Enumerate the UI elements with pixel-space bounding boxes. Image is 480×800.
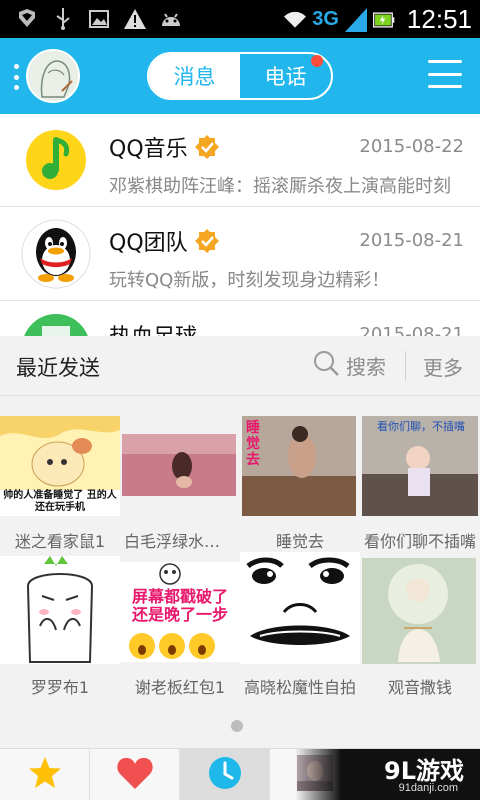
sticker-thumbnail: 屏幕都戳破了 还是晚了一步 <box>120 562 240 662</box>
android-icon <box>160 8 182 30</box>
sticker-caption: 迷之看家鼠1 <box>14 532 106 551</box>
sticker-caption: 观音撒钱 <box>387 678 452 697</box>
sticker-image-text: 看你们聊，不插嘴 <box>377 420 465 433</box>
sticker-caption: 高晓松魔性自拍 <box>244 678 357 697</box>
message-title: QQ音乐 <box>109 131 220 163</box>
qq-music-icon <box>20 124 92 196</box>
message-title-text: 热血足球 <box>109 319 197 336</box>
search-button[interactable]: 搜索 <box>312 349 386 382</box>
usb-icon <box>52 8 74 30</box>
message-date: 2015-08-22 <box>359 136 464 157</box>
signal-icon <box>344 7 367 32</box>
tab-recent[interactable] <box>180 749 270 800</box>
sticker-item[interactable]: 睡觉去 睡觉去 <box>240 406 360 556</box>
sticker-thumbnail <box>120 416 240 516</box>
network-type-label: 3G <box>312 8 339 30</box>
sticker-item[interactable]: 罗罗布1 <box>0 552 120 702</box>
watermark-sub: 91danji.com <box>398 782 458 794</box>
list-item[interactable]: 热血足球 2015-08-21 <box>0 302 480 336</box>
sticker-thumbnail: 帅的人准备睡觉了 丑的人还在玩手机 <box>0 416 120 516</box>
list-item[interactable]: QQ团队 2015-08-21 玩转QQ新版，时刻发现身边精彩！ <box>0 208 480 301</box>
message-preview: 邓紫棋助阵汪峰：摇滚厮杀夜上演高能时刻 <box>109 176 451 197</box>
more-dots-icon[interactable] <box>14 64 20 90</box>
segment-control: 消息 电话 <box>147 52 333 100</box>
message-date: 2015-08-21 <box>359 230 464 251</box>
list-item[interactable]: QQ音乐 2015-08-22 邓紫棋助阵汪峰：摇滚厮杀夜上演高能时刻 <box>0 114 480 207</box>
more-button[interactable]: 更多 <box>423 352 463 381</box>
sticker-item[interactable]: 帅的人准备睡觉了 丑的人还在玩手机 迷之看家鼠1 <box>0 406 120 556</box>
sticker-image-text: 帅的人准备睡觉了 丑的人还在玩手机 <box>3 490 117 513</box>
recent-bar: 最近发送 搜索 更多 <box>0 336 480 396</box>
sticker-thumbnail <box>0 556 120 664</box>
clock-icon <box>207 755 243 795</box>
sticker-item[interactable]: 白毛浮绿水红掌拨清波 <box>120 406 240 556</box>
tab-liked[interactable] <box>90 749 180 800</box>
bottom-tab-bar: 9L游戏 91danji.com <box>0 748 480 800</box>
divider <box>405 351 406 381</box>
tab-favorites[interactable] <box>0 749 90 800</box>
sticker-item[interactable]: 高晓松魔性自拍 <box>240 552 360 702</box>
sticker-image-text: 睡觉去 <box>246 420 260 468</box>
message-date: 2015-08-21 <box>359 324 464 336</box>
sticker-thumbnail: 睡觉去 <box>240 416 360 516</box>
message-title-text: QQ团队 <box>109 231 188 256</box>
message-preview: 玩转QQ新版，时刻发现身边精彩！ <box>109 270 390 291</box>
watermark-main: 9L游戏 <box>384 757 464 785</box>
search-label: 搜索 <box>346 355 386 379</box>
sticker-item[interactable]: 屏幕都戳破了 还是晚了一步 谢老板红包1 <box>120 552 240 702</box>
sticker-caption: 谢老板红包1 <box>134 678 226 697</box>
status-bar: 3G 12:51 <box>0 0 480 38</box>
search-icon <box>312 349 340 382</box>
sticker-thumbnail: 看你们聊，不插嘴 <box>360 416 480 516</box>
recent-title: 最近发送 <box>16 356 100 380</box>
sticker-caption: 看你们聊不插嘴 <box>364 532 477 551</box>
qq-penguin-icon <box>20 218 92 290</box>
tab-messages[interactable]: 消息 <box>149 54 240 98</box>
message-title: 热血足球 <box>109 319 197 336</box>
recent-sent-panel: 最近发送 搜索 更多 帅的人准备睡觉了 丑的人还在玩手机 迷之看家鼠1 白毛浮绿… <box>0 336 480 748</box>
sticker-caption: 睡觉去 <box>275 532 324 551</box>
star-icon <box>27 756 63 794</box>
warning-icon <box>124 8 146 30</box>
heart-icon <box>116 756 154 794</box>
sticker-item[interactable]: 看你们聊，不插嘴 看你们聊不插嘴 <box>360 406 480 556</box>
verified-icon <box>194 134 220 160</box>
message-list: QQ音乐 2015-08-22 邓紫棋助阵汪峰：摇滚厮杀夜上演高能时刻 QQ团队 <box>0 114 480 336</box>
app-header: 消息 电话 <box>0 38 480 114</box>
menu-icon[interactable] <box>428 60 462 88</box>
football-icon <box>20 312 92 336</box>
sticker-thumbnail <box>240 552 360 664</box>
sticker-thumbnail <box>360 558 480 664</box>
sticker-caption: 罗罗布1 <box>30 678 90 697</box>
sticker-caption: 白毛浮绿水红掌拨清波 <box>124 532 240 551</box>
sticker-image-text: 屏幕都戳破了 还是晚了一步 <box>131 587 228 624</box>
shield-icon <box>16 8 38 30</box>
wifi-icon <box>284 9 307 31</box>
message-title-text: QQ音乐 <box>109 137 188 162</box>
image-icon <box>88 8 110 30</box>
sticker-item[interactable]: 观音撒钱 <box>360 552 480 702</box>
battery-charging-icon <box>372 9 395 31</box>
message-title: QQ团队 <box>109 225 220 257</box>
tab-calls[interactable]: 电话 <box>240 54 331 98</box>
site-watermark: 9L游戏 91danji.com <box>295 749 480 800</box>
avatar[interactable] <box>26 49 80 103</box>
notification-badge <box>311 55 323 67</box>
page-indicator <box>231 720 243 732</box>
verified-icon <box>194 228 220 254</box>
tab-calls-label: 电话 <box>264 65 307 89</box>
status-clock: 12:51 <box>406 4 472 34</box>
